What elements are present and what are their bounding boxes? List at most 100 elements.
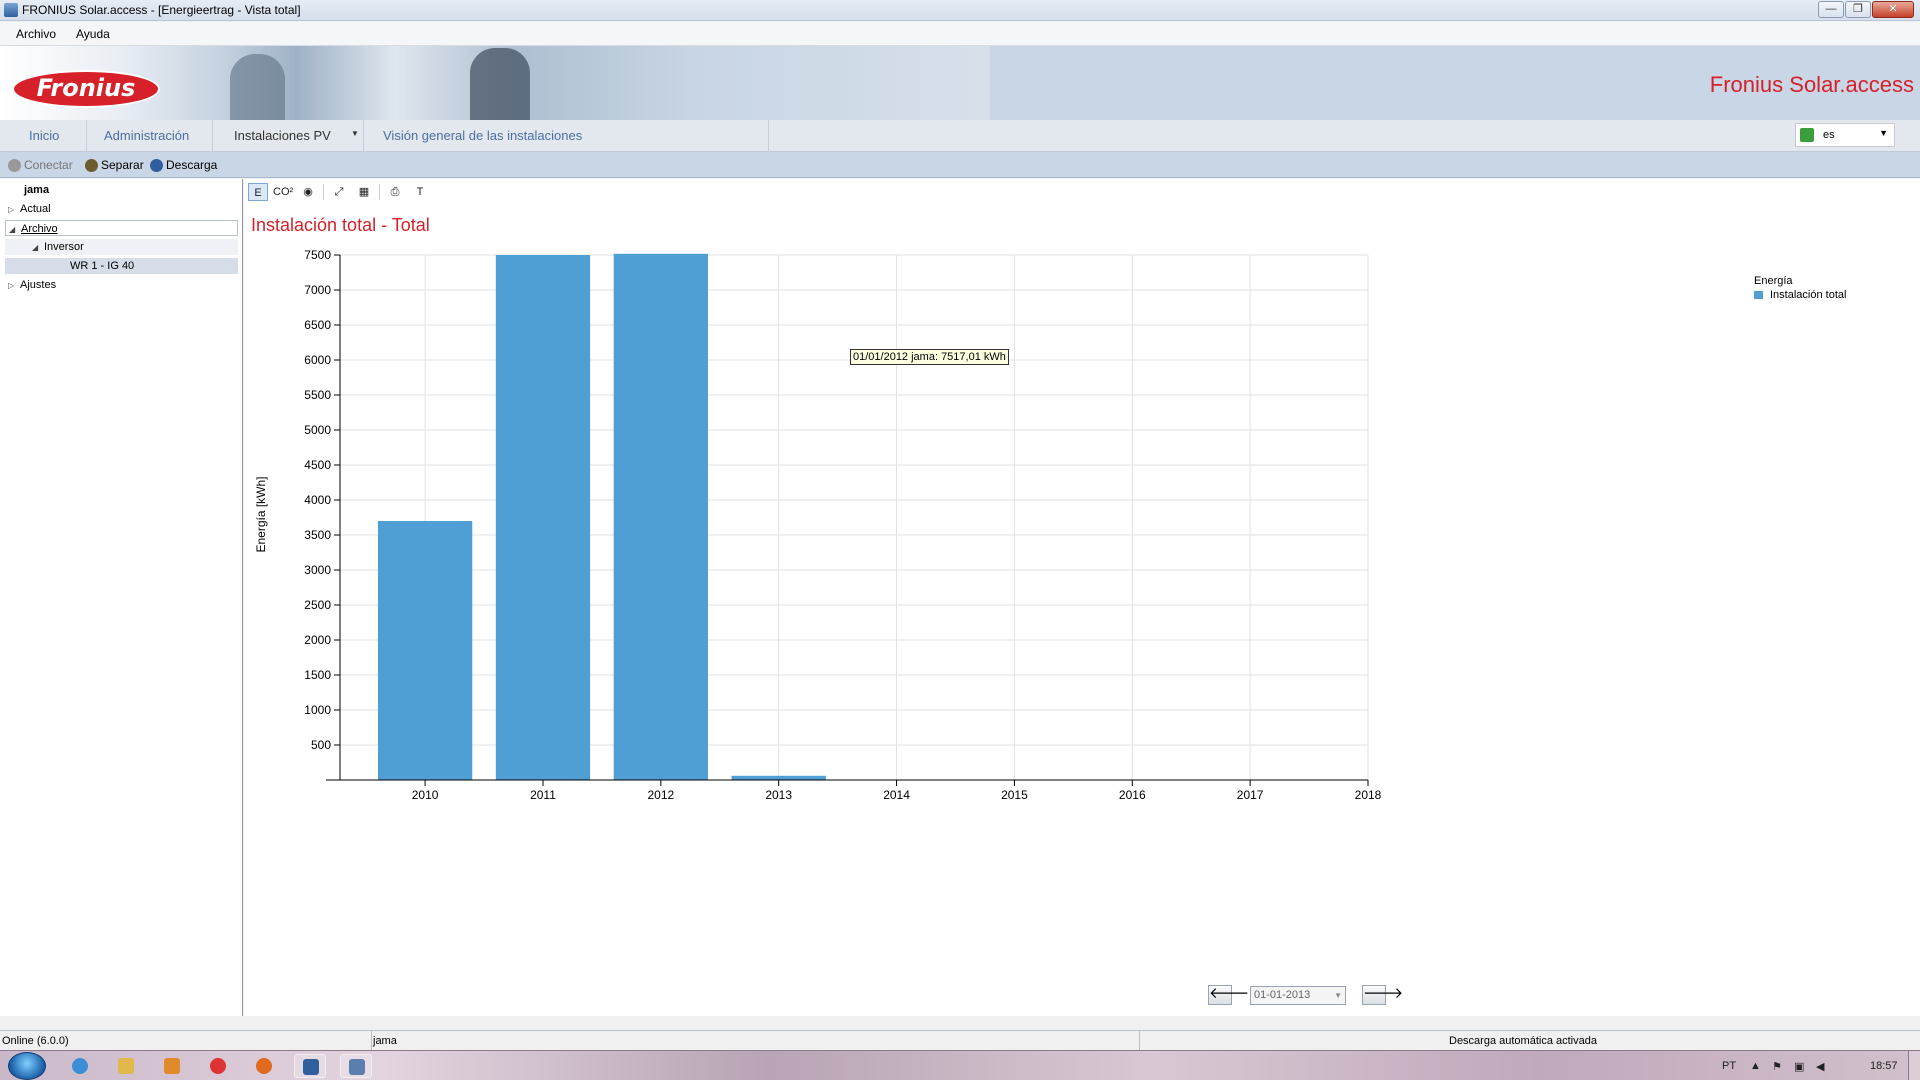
download-label: Descarga [166,158,218,172]
legend-label: Instalación total [1770,289,1847,301]
language-select[interactable]: es ▼ [1795,123,1895,147]
tree-item-wr1-ig40[interactable]: WR 1 - IG 40 [5,258,238,274]
co2-view-button[interactable]: CO² [273,183,293,201]
y-tick-label: 3500 [304,528,331,542]
clock[interactable]: 18:57 [1870,1060,1898,1072]
y-tick-label: 7500 [304,248,331,262]
status-divider [371,1031,372,1051]
next-arrow-button[interactable]: 🡒 [1362,985,1403,1005]
y-tick-label: 7000 [304,283,331,297]
status-system: jama [373,1035,397,1047]
close-button[interactable]: ✕ [1872,1,1914,18]
date-value: 01-01-2013 [1254,989,1311,1001]
flag-icon[interactable]: ⚑ [1772,1060,1782,1073]
status-bar: Online (6.0.0) jama Descarga automática … [0,1030,1920,1051]
tree-label: Actual [20,203,51,215]
browser-icon [72,1058,88,1074]
tree-label: Inversor [44,241,84,253]
date-select[interactable]: 01-01-2013 ▼ [1250,986,1346,1005]
fronius-logo: Fronius [12,70,160,108]
y-tick-label: 4000 [304,493,331,507]
text-icon[interactable]: T [410,183,430,201]
y-tick-label: 500 [311,738,331,752]
status-connection: Online (6.0.0) [2,1035,69,1047]
taskbar-solar-access[interactable] [340,1054,372,1078]
app-icon [349,1059,365,1075]
taskbar-word[interactable] [294,1054,326,1078]
prev-arrow-button[interactable]: 🡐 [1208,985,1249,1005]
tree-item-archivo[interactable]: ◢ Archivo [5,220,238,236]
maximize-button[interactable]: ❐ [1845,1,1871,18]
y-tick-label: 6000 [304,353,331,367]
bar-2010 [377,521,473,780]
connect-button[interactable]: Conectar [8,158,73,172]
y-tick-label: 1500 [304,668,331,682]
taskbar-firefox[interactable] [248,1054,280,1078]
folder-icon [118,1058,134,1074]
language-icon [1800,128,1814,142]
x-tick-label: 2014 [883,788,910,802]
tree-item-ajustes[interactable]: ▷ Ajustes [8,277,56,293]
expand-icon[interactable]: ▷ [8,278,20,294]
system-tray: PT ▲ ⚑ ▣ ◀ 18:57 [1690,1051,1920,1080]
tree-label: Ajustes [20,279,57,291]
menu-bar: Archivo Ayuda [0,22,1920,46]
y-tick-label: 6500 [304,318,331,332]
window-title-bar: FRONIUS Solar.access - [Energieertrag - … [0,0,1920,21]
chevron-down-icon[interactable]: ▼ [351,129,359,138]
bar-2013 [731,775,826,780]
download-button[interactable]: Descarga [150,158,217,172]
tab-administracion[interactable]: Administración [104,128,189,143]
volume-icon[interactable]: ◀ [1816,1060,1824,1073]
tree-item-inversor[interactable]: ◢ Inversor [5,239,238,255]
header-banner: Fronius Fronius Solar.access [0,46,1920,120]
tab-instalaciones-pv[interactable]: Instalaciones PV [234,128,331,143]
tray-language[interactable]: PT [1722,1060,1736,1072]
minimize-button[interactable]: — [1818,1,1844,18]
chrome-icon [210,1058,226,1074]
disconnect-label: Separar [101,158,144,172]
language-value: es [1823,129,1835,141]
taskbar-chrome[interactable] [202,1054,234,1078]
y-tick-label: 5500 [304,388,331,402]
tree-root-jama[interactable]: jama [24,182,49,198]
banner-figure [470,48,530,120]
collapse-icon[interactable]: ◢ [32,240,44,256]
main-nav: Inicio Administración Instalaciones PV ▼… [0,120,1920,152]
legend-title: Energía [1754,275,1793,287]
tray-expand-icon[interactable]: ▲ [1750,1060,1761,1072]
bar-2011 [495,255,591,780]
chart-settings-icon[interactable]: ▦ [354,183,374,201]
show-desktop-button[interactable] [1908,1051,1920,1080]
menu-ayuda[interactable]: Ayuda [76,27,110,41]
tree-label: WR 1 - IG 40 [70,260,135,272]
start-button[interactable] [8,1052,46,1080]
media-icon [164,1058,180,1074]
nav-divider [768,120,769,152]
x-tick-label: 2016 [1119,788,1146,802]
status-download: Descarga automática activada [1449,1035,1597,1047]
disconnect-button[interactable]: Separar [85,158,144,172]
x-tick-label: 2011 [530,788,556,802]
window-controls: — ❐ ✕ [1818,1,1914,18]
tab-vision-general[interactable]: Visión general de las instalaciones [383,128,582,143]
chevron-down-icon: ▼ [1879,128,1888,138]
collapse-icon[interactable]: ◢ [9,222,21,238]
energy-view-button[interactable]: E [248,183,268,201]
menu-archivo[interactable]: Archivo [16,27,56,41]
nav-divider [212,120,213,152]
earnings-view-button[interactable]: ◉ [298,183,318,201]
fullscreen-icon[interactable]: ⤢ [329,183,349,201]
expand-icon[interactable]: ▷ [8,202,20,218]
tree-item-actual[interactable]: ▷ Actual [8,201,51,217]
taskbar-explorer[interactable] [110,1054,142,1078]
chart-toolbar: E CO² ◉ ⤢ ▦ ⎙ T [248,182,430,202]
taskbar-media[interactable] [156,1054,188,1078]
print-icon[interactable]: ⎙ [385,183,405,201]
tab-inicio[interactable]: Inicio [29,128,59,143]
taskbar-ie[interactable] [64,1054,96,1078]
chevron-down-icon: ▼ [1334,991,1342,1000]
chart-panel: E CO² ◉ ⤢ ▦ ⎙ T Instalación total - Tota… [244,179,1920,1016]
network-icon[interactable]: ▣ [1794,1060,1804,1073]
y-tick-label: 2000 [304,633,331,647]
